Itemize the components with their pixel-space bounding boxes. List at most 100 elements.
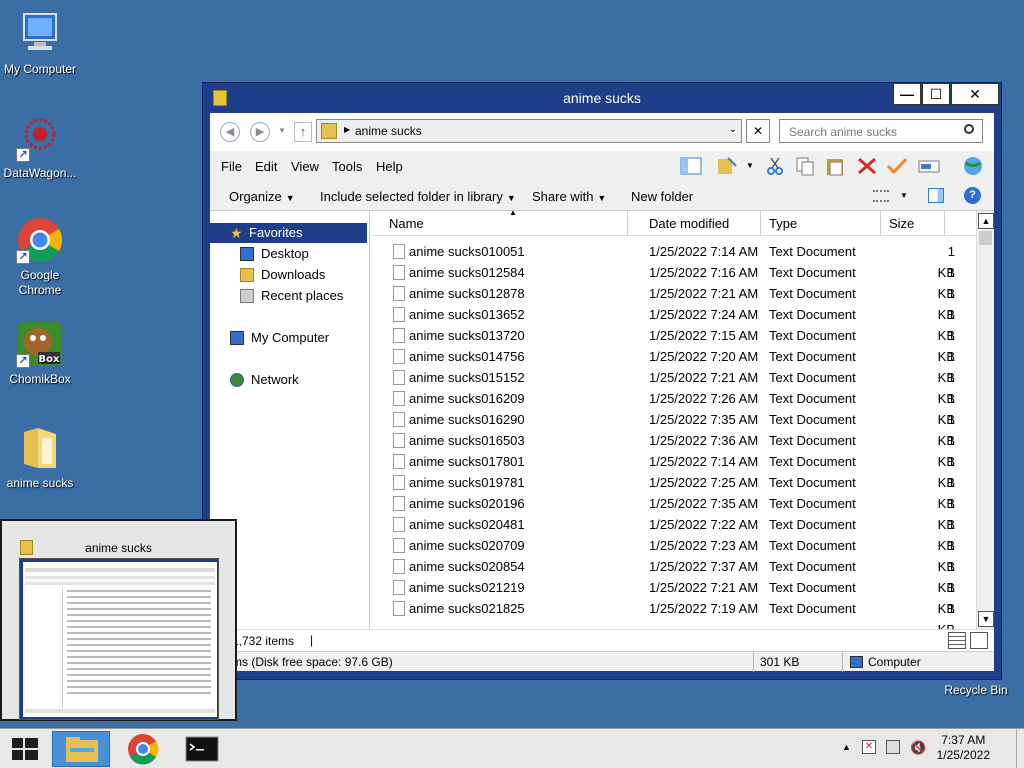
file-row[interactable]: anime sucks021219 1/25/2022 7:21 AM Text D… [371, 577, 976, 616]
file-row[interactable]: anime sucks020854 1/25/2022 7:37 AM Text D… [371, 556, 976, 595]
organize-button[interactable]: Organize ▼ [229, 189, 295, 204]
properties-dropdown-icon[interactable]: ▼ [746, 161, 754, 170]
file-row[interactable]: anime sucks017801 1/25/2022 7:14 AM Text D… [371, 451, 976, 490]
show-desktop-button[interactable] [1016, 729, 1024, 768]
file-row[interactable]: anime sucks020196 1/25/2022 7:35 AM Text D… [371, 493, 976, 532]
network-status-icon[interactable] [886, 740, 900, 754]
desktop-icon-anime-sucks-folder[interactable]: anime sucks [0, 424, 80, 491]
back-button[interactable]: ◀ [220, 122, 240, 142]
folder-icon [16, 424, 64, 472]
copy-icon[interactable] [794, 156, 816, 176]
close-button[interactable]: ✕ [951, 83, 999, 105]
column-size[interactable]: Size [881, 211, 945, 236]
tray-overflow-icon[interactable]: ▲ [842, 742, 851, 752]
file-type: Text Document [769, 265, 856, 280]
clock[interactable]: 7:37 AM 1/25/2022 [937, 733, 990, 763]
nav-my-computer[interactable]: My Computer [230, 328, 329, 348]
file-row[interactable]: anime sucks016503 1/25/2022 7:36 AM Text D… [371, 430, 976, 469]
windows-logo-icon [12, 738, 38, 760]
text-document-icon [393, 265, 405, 280]
scroll-up-button[interactable]: ▲ [978, 213, 994, 229]
action-center-icon[interactable]: ✕ [862, 740, 876, 754]
clock-date: 1/25/2022 [936, 748, 990, 762]
command-bar: Organize ▼ Include selected folder in lib… [210, 181, 994, 211]
file-row[interactable]: anime sucks012584 1/25/2022 7:16 AM Text D… [371, 262, 976, 301]
properties-icon[interactable] [716, 156, 738, 176]
desktop-icon-datawagon[interactable]: ↗ DataWagon... [0, 114, 80, 181]
file-row[interactable]: anime sucks010051 1/25/2022 7:14 AM Text D… [371, 241, 976, 280]
menu-file[interactable]: File [221, 159, 242, 174]
file-row[interactable]: anime sucks014756 1/25/2022 7:20 AM Text D… [371, 346, 976, 385]
menu-tools[interactable]: Tools [332, 159, 362, 174]
file-row[interactable]: anime sucks016290 1/25/2022 7:35 AM Text D… [371, 409, 976, 448]
menu-edit[interactable]: Edit [255, 159, 277, 174]
column-type[interactable]: Type [761, 211, 881, 236]
desktop-icon-google-chrome[interactable]: ↗ Google Chrome [0, 216, 80, 298]
taskbar-file-explorer[interactable] [52, 731, 110, 767]
nav-desktop[interactable]: Desktop [240, 244, 309, 264]
help-icon[interactable]: ? [964, 187, 981, 204]
view-options-dropdown-icon[interactable]: ▼ [900, 191, 908, 200]
file-row[interactable]: anime sucks021825 1/25/2022 7:19 AM Text D… [371, 598, 976, 629]
taskbar-command-prompt[interactable] [176, 731, 228, 767]
column-date-modified[interactable]: Date modified [641, 211, 761, 236]
title-bar[interactable]: anime sucks — ☐ ✕ [203, 83, 1001, 113]
share-with-button[interactable]: Share with ▼ [532, 189, 606, 204]
file-row[interactable]: anime sucks012878 1/25/2022 7:21 AM Text D… [371, 283, 976, 322]
search-input[interactable]: Search anime sucks [779, 119, 983, 143]
breadcrumb-separator-icon: ▶ [344, 125, 351, 134]
forward-button[interactable]: ▶ [250, 122, 270, 142]
address-bar[interactable]: ▶ anime sucks ⌄ [316, 119, 742, 143]
up-button[interactable]: ↑ [294, 122, 312, 142]
file-row[interactable]: anime sucks015152 1/25/2022 7:21 AM Text D… [371, 367, 976, 406]
recent-pages-dropdown[interactable]: ▼ [278, 126, 286, 135]
desktop-icon-recycle-bin[interactable]: Recycle Bin [936, 683, 1016, 698]
desktop-icon-my-computer[interactable]: My Computer [0, 10, 80, 77]
menu-view[interactable]: View [291, 159, 319, 174]
file-date-modified: 1/25/2022 7:37 AM [649, 559, 759, 574]
details-view-icon[interactable] [948, 632, 966, 649]
start-button[interactable] [0, 731, 50, 767]
file-row[interactable]: anime sucks019781 1/25/2022 7:25 AM Text D… [371, 472, 976, 511]
include-in-library-button[interactable]: Include selected folder in library ▼ [320, 189, 516, 204]
taskbar-google-chrome[interactable] [116, 731, 170, 767]
scroll-thumb[interactable] [979, 231, 992, 245]
file-name: anime sucks012878 [409, 286, 525, 301]
paste-icon[interactable] [824, 156, 846, 176]
preview-pane-icon[interactable] [928, 188, 944, 203]
scroll-down-button[interactable]: ▼ [978, 611, 994, 627]
file-row[interactable]: anime sucks016209 1/25/2022 7:26 AM Text D… [371, 388, 976, 427]
panes-icon[interactable] [680, 156, 702, 176]
file-row[interactable]: anime sucks013720 1/25/2022 7:15 AM Text D… [371, 325, 976, 364]
volume-muted-icon[interactable]: 🔇 [910, 740, 926, 756]
preview-title: anime sucks [85, 541, 152, 555]
cut-icon[interactable] [764, 156, 786, 176]
delete-icon[interactable] [856, 156, 878, 176]
minimize-button[interactable]: — [893, 83, 921, 105]
taskbar-thumbnail-preview[interactable]: anime sucks [0, 519, 237, 721]
address-dropdown-icon[interactable]: ⌄ [729, 124, 737, 135]
nav-network[interactable]: Network [230, 370, 299, 390]
view-options-icon[interactable] [873, 190, 889, 202]
nav-recent-places[interactable]: Recent places [240, 286, 343, 306]
rename-icon[interactable] [918, 156, 940, 176]
address-clear-button[interactable]: ✕ [746, 119, 770, 143]
new-folder-button[interactable]: New folder [631, 189, 693, 204]
thumbnail-view-icon[interactable] [970, 632, 988, 649]
maximize-button[interactable]: ☐ [922, 83, 950, 105]
vertical-scrollbar[interactable]: ▲ ▼ [976, 211, 994, 629]
desktop-icon-chomikbox[interactable]: Box ↗ ChomikBox [0, 320, 80, 387]
nav-favorites[interactable]: ★ Favorites [210, 223, 367, 243]
file-row[interactable]: anime sucks013652 1/25/2022 7:24 AM Text D… [371, 304, 976, 343]
column-name[interactable]: Name [381, 211, 628, 236]
checkmark-icon[interactable] [886, 156, 908, 176]
text-document-icon [393, 328, 405, 343]
file-row[interactable]: anime sucks020709 1/25/2022 7:23 AM Text D… [371, 535, 976, 574]
menu-help[interactable]: Help [376, 159, 403, 174]
breadcrumb-segment[interactable]: anime sucks [355, 124, 422, 138]
file-date-modified: 1/25/2022 7:21 AM [649, 580, 759, 595]
window-client: ◀ ▶ ▼ ↑ ▶ anime sucks ⌄ ✕ Search anime s… [210, 113, 994, 672]
globe-icon[interactable] [960, 156, 986, 176]
file-row[interactable]: anime sucks020481 1/25/2022 7:22 AM Text D… [371, 514, 976, 553]
nav-downloads[interactable]: Downloads [240, 265, 325, 285]
